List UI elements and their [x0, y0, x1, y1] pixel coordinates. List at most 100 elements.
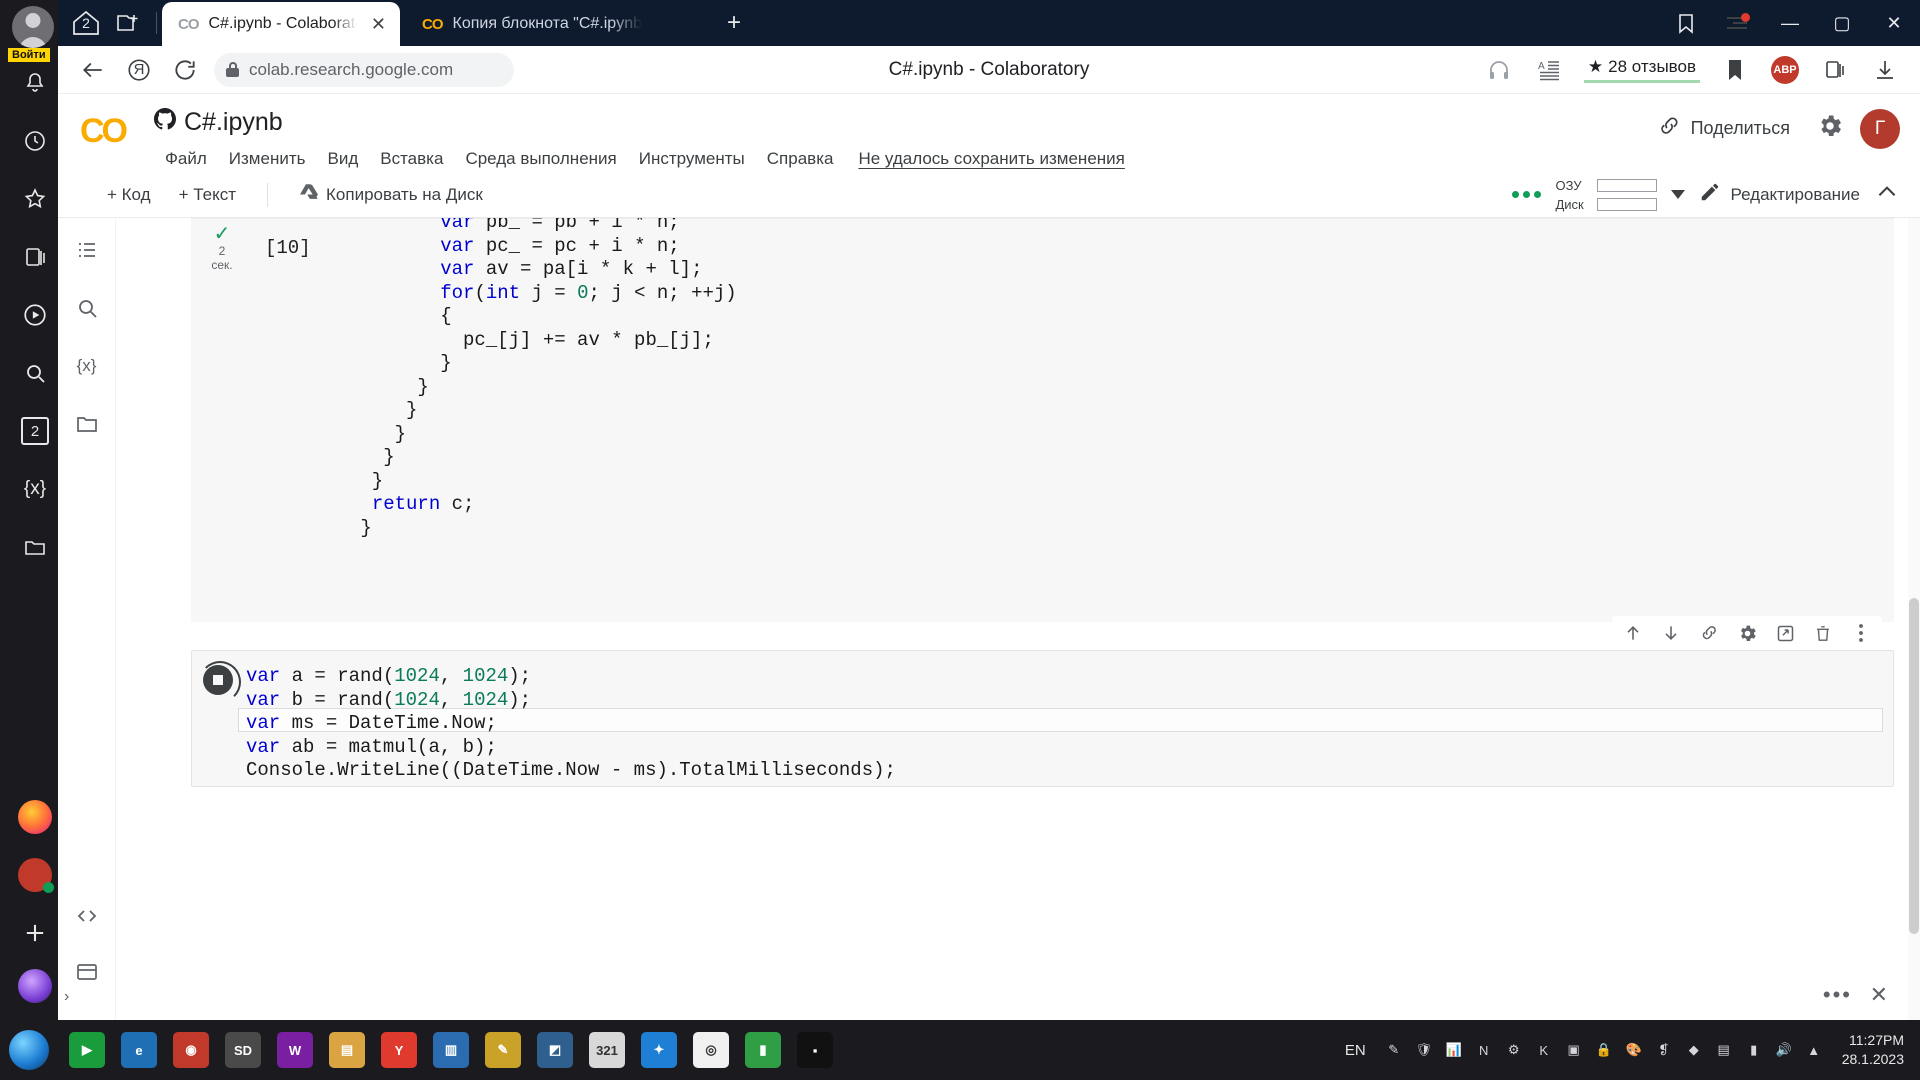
taskbar-app-chrome-browser[interactable]: ◎ [686, 1022, 736, 1078]
taskbar-app-internet-explorer[interactable]: e [114, 1022, 164, 1078]
dock-user-avatar[interactable]: Войти [8, 6, 58, 62]
browser-tab-1[interactable]: CO Копия блокнота "C#.ipynb [406, 2, 696, 46]
volume-tray-icon[interactable]: 🔊 [1772, 1037, 1796, 1063]
taskbar-clock[interactable]: 11:27PM 28.1.2023 [1836, 1031, 1912, 1069]
dock-login-label[interactable]: Войти [8, 48, 50, 62]
save-status-link[interactable]: Не удалось сохранить изменения [858, 149, 1124, 169]
taskbar-app-sd-app[interactable]: SD [218, 1022, 268, 1078]
cell-2-source[interactable]: var a = rand(1024, 1024); var b = rand(1… [246, 665, 896, 783]
taskbar-app-vector-app[interactable]: W [270, 1022, 320, 1078]
menu-insert[interactable]: Вставка [369, 146, 454, 172]
settings-gear-icon[interactable] [1816, 112, 1844, 145]
menu-file[interactable]: Файл [154, 146, 218, 172]
collections-icon[interactable] [1812, 47, 1858, 93]
taskbar-app-yandex-browser[interactable]: Y [374, 1022, 424, 1078]
collapse-toolbar-icon[interactable] [1874, 179, 1900, 210]
connection-status-dots[interactable] [1512, 191, 1542, 198]
paint-tray-icon[interactable]: 🎨 [1622, 1037, 1646, 1063]
variables-icon[interactable]: {x} [67, 346, 107, 386]
scrollbar-thumb[interactable] [1909, 598, 1919, 934]
menu-runtime[interactable]: Среда выполнения [454, 146, 627, 172]
leaf-tray-icon[interactable]: ❡ [1652, 1037, 1676, 1063]
language-indicator[interactable]: EN [1339, 1042, 1372, 1059]
share-button[interactable]: Поделиться [1647, 108, 1800, 149]
cell-1-execution-status[interactable]: ✓ 2 сек. [194, 224, 250, 272]
edit-mode-button[interactable]: Редактирование [1699, 181, 1860, 208]
more-cell-actions-icon[interactable] [1850, 622, 1872, 644]
lock-tray-icon[interactable]: 🔒 [1592, 1037, 1616, 1063]
account-avatar[interactable]: Г [1860, 108, 1900, 149]
address-bar[interactable]: colab.research.google.com [214, 52, 514, 87]
move-cell-down-icon[interactable] [1660, 622, 1682, 644]
mirror-cell-icon[interactable] [1774, 622, 1796, 644]
downloads-icon[interactable] [1862, 47, 1908, 93]
expand-rail-icon[interactable]: › [64, 988, 69, 1006]
add-code-cell-button[interactable]: + Код [96, 180, 162, 210]
menu-tools[interactable]: Инструменты [628, 146, 756, 172]
taskbar-app-media-player[interactable]: ▶ [62, 1022, 112, 1078]
chart-tray-icon[interactable]: 📊 [1442, 1037, 1466, 1063]
chevron-down-icon[interactable] [1671, 190, 1686, 199]
files-icon[interactable] [67, 404, 107, 444]
reload-button[interactable] [162, 47, 208, 93]
n-tray-icon[interactable]: N [1472, 1037, 1496, 1063]
browser-tab-0[interactable]: CO C#.ipynb - Colaboratory ✕ [162, 2, 400, 46]
terminal-icon[interactable] [67, 952, 107, 992]
copy-to-drive-button[interactable]: Копировать на Диск [288, 178, 494, 211]
taskbar-app-explorer[interactable]: ▤ [322, 1022, 372, 1078]
close-icon[interactable]: ✕ [367, 14, 390, 35]
stop-execution-button[interactable] [199, 661, 241, 703]
page-title[interactable]: C#.ipynb [184, 108, 283, 137]
arrow-tray-icon[interactable]: ▲ [1802, 1037, 1826, 1063]
close-window-button[interactable]: ✕ [1868, 0, 1920, 46]
menu-help[interactable]: Справка [756, 146, 845, 172]
link-to-cell-icon[interactable] [1698, 622, 1720, 644]
taskbar-app-counter-app[interactable]: 321 [582, 1022, 632, 1078]
headphones-icon[interactable] [1476, 47, 1522, 93]
taskbar-app-editor-app[interactable]: ◩ [530, 1022, 580, 1078]
home-tab-button[interactable]: 2 [66, 3, 106, 43]
delete-cell-icon[interactable] [1812, 622, 1834, 644]
battery-tray-icon[interactable]: ▮ [1742, 1037, 1766, 1063]
taskbar-app-target-app[interactable]: ◉ [166, 1022, 216, 1078]
maximize-button[interactable]: ▢ [1816, 0, 1868, 46]
code-snippets-icon[interactable] [67, 896, 107, 936]
move-cell-up-icon[interactable] [1622, 622, 1644, 644]
colab-logo[interactable]: CO [80, 112, 128, 151]
k-tray-icon[interactable]: K [1532, 1037, 1556, 1063]
table-of-contents-icon[interactable] [67, 230, 107, 270]
notebook-close-icon[interactable]: ✕ [1870, 982, 1888, 1008]
screen-tray-icon[interactable]: ▣ [1562, 1037, 1586, 1063]
taskbar-app-bluetooth-app[interactable]: ✦ [634, 1022, 684, 1078]
bookmark-icon[interactable] [1712, 47, 1758, 93]
find-replace-icon[interactable] [67, 288, 107, 328]
taskbar-app-console-app[interactable]: ▪ [790, 1022, 840, 1078]
start-button[interactable] [0, 1020, 58, 1080]
taskbar-app-terminal-green[interactable]: ▮ [738, 1022, 788, 1078]
menu-edit[interactable]: Изменить [218, 146, 317, 172]
yandex-button[interactable]: Я [116, 47, 162, 93]
code-cell-2[interactable]: var a = rand(1024, 1024); var b = rand(1… [191, 650, 1894, 787]
browser-menu-icon[interactable] [1712, 0, 1764, 46]
cell-1-source[interactable]: var pb_ = pb + i * n; var pc_ = pc + i *… [349, 218, 736, 540]
page-rating[interactable]: ★ 28 отзывов [1583, 57, 1700, 83]
menu-view[interactable]: Вид [316, 146, 369, 172]
bars-tray-icon[interactable]: ▤ [1712, 1037, 1736, 1063]
taskbar-app-notes-app[interactable]: ✎ [478, 1022, 528, 1078]
gear-tray-icon[interactable]: ⚙ [1502, 1037, 1526, 1063]
adblock-icon[interactable]: ABP [1762, 47, 1808, 93]
taskbar-app-library-app[interactable]: ▥ [426, 1022, 476, 1078]
notebook-more-options[interactable]: ••• [1823, 982, 1852, 1008]
cell-settings-icon[interactable] [1736, 622, 1758, 644]
add-text-cell-button[interactable]: + Текст [168, 180, 247, 210]
pencil-tray-icon[interactable]: ✎ [1382, 1037, 1406, 1063]
reader-mode-icon[interactable]: A [1526, 47, 1572, 93]
shield-tray-icon[interactable]: 🛡 [1412, 1037, 1436, 1063]
blue-tray-icon[interactable]: ◆ [1682, 1037, 1706, 1063]
notebook-scrollbar[interactable] [1908, 218, 1920, 1020]
new-window-button[interactable] [108, 3, 148, 43]
code-cell-1[interactable]: ✓ 2 сек. [10] var pb_ = pb + i * n; var … [191, 218, 1894, 622]
back-button[interactable] [70, 47, 116, 93]
new-tab-button[interactable]: + [718, 7, 750, 39]
minimize-button[interactable]: — [1764, 0, 1816, 46]
